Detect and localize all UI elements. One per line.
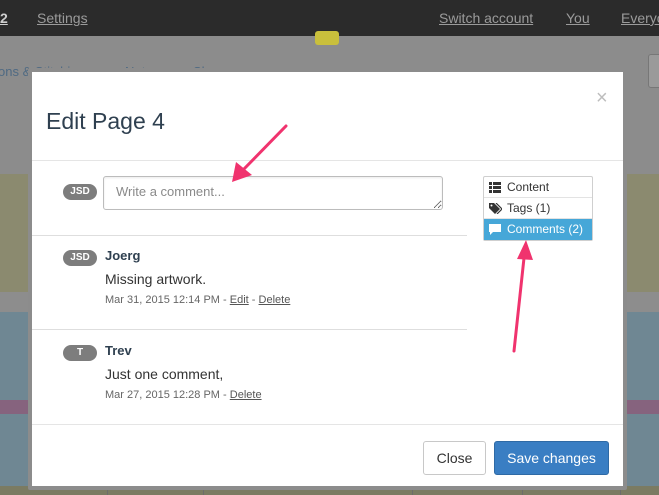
delete-comment-link[interactable]: Delete [259, 294, 291, 306]
comment-timestamp: Mar 31, 2015 12:14 PM [105, 294, 220, 306]
everyone-link[interactable]: Everyo [621, 10, 659, 26]
tab-label: Content [507, 180, 550, 194]
footer-divider [32, 424, 623, 425]
user-badge: JSD [63, 184, 97, 200]
delete-comment-link[interactable]: Delete [230, 389, 262, 401]
tags-icon [489, 203, 502, 214]
save-changes-button[interactable]: Save changes [494, 441, 609, 475]
user-badge: JSD [63, 250, 97, 266]
comment-text: Just one comment, [105, 366, 224, 382]
close-icon[interactable]: × [596, 88, 608, 108]
user-badge: T [63, 345, 97, 361]
edit-comment-link[interactable]: Edit [230, 294, 249, 306]
list-icon [489, 182, 501, 193]
dialog-title: Edit Page 4 [46, 108, 165, 134]
comment-meta: Mar 27, 2015 12:28 PM - Delete [105, 389, 262, 401]
header-divider [32, 160, 623, 161]
comment-author: Joerg [105, 248, 141, 263]
you-link[interactable]: You [566, 10, 590, 26]
tab-label: Comments (2) [507, 222, 584, 236]
edit-page-dialog: Edit Page 4 × JSD JSD Joerg Missing artw… [28, 68, 627, 490]
tab-label: Tags (1) [507, 201, 551, 215]
comment-meta: Mar 31, 2015 12:14 PM - Edit - Delete [105, 294, 291, 306]
comment-divider [32, 329, 467, 330]
tab-content[interactable]: Content [484, 177, 592, 198]
tab-tags[interactable]: Tags (1) [484, 198, 592, 219]
comment-author: Trev [105, 343, 132, 358]
comment-icon [489, 224, 501, 235]
tab-comments[interactable]: Comments (2) [484, 219, 592, 240]
comment-divider [32, 235, 467, 236]
drag-handle[interactable] [315, 31, 339, 45]
close-button[interactable]: Close [423, 441, 486, 475]
switch-account-link[interactable]: Switch account [439, 10, 533, 26]
comment-input[interactable] [103, 176, 443, 210]
section-tabs: Content Tags (1) Comments (2) [483, 176, 593, 241]
page-number-link[interactable]: 2 [0, 10, 8, 26]
settings-link[interactable]: Settings [37, 10, 88, 26]
comment-text: Missing artwork. [105, 271, 207, 287]
side-button[interactable] [648, 54, 659, 88]
comment-timestamp: Mar 27, 2015 12:28 PM [105, 389, 220, 401]
